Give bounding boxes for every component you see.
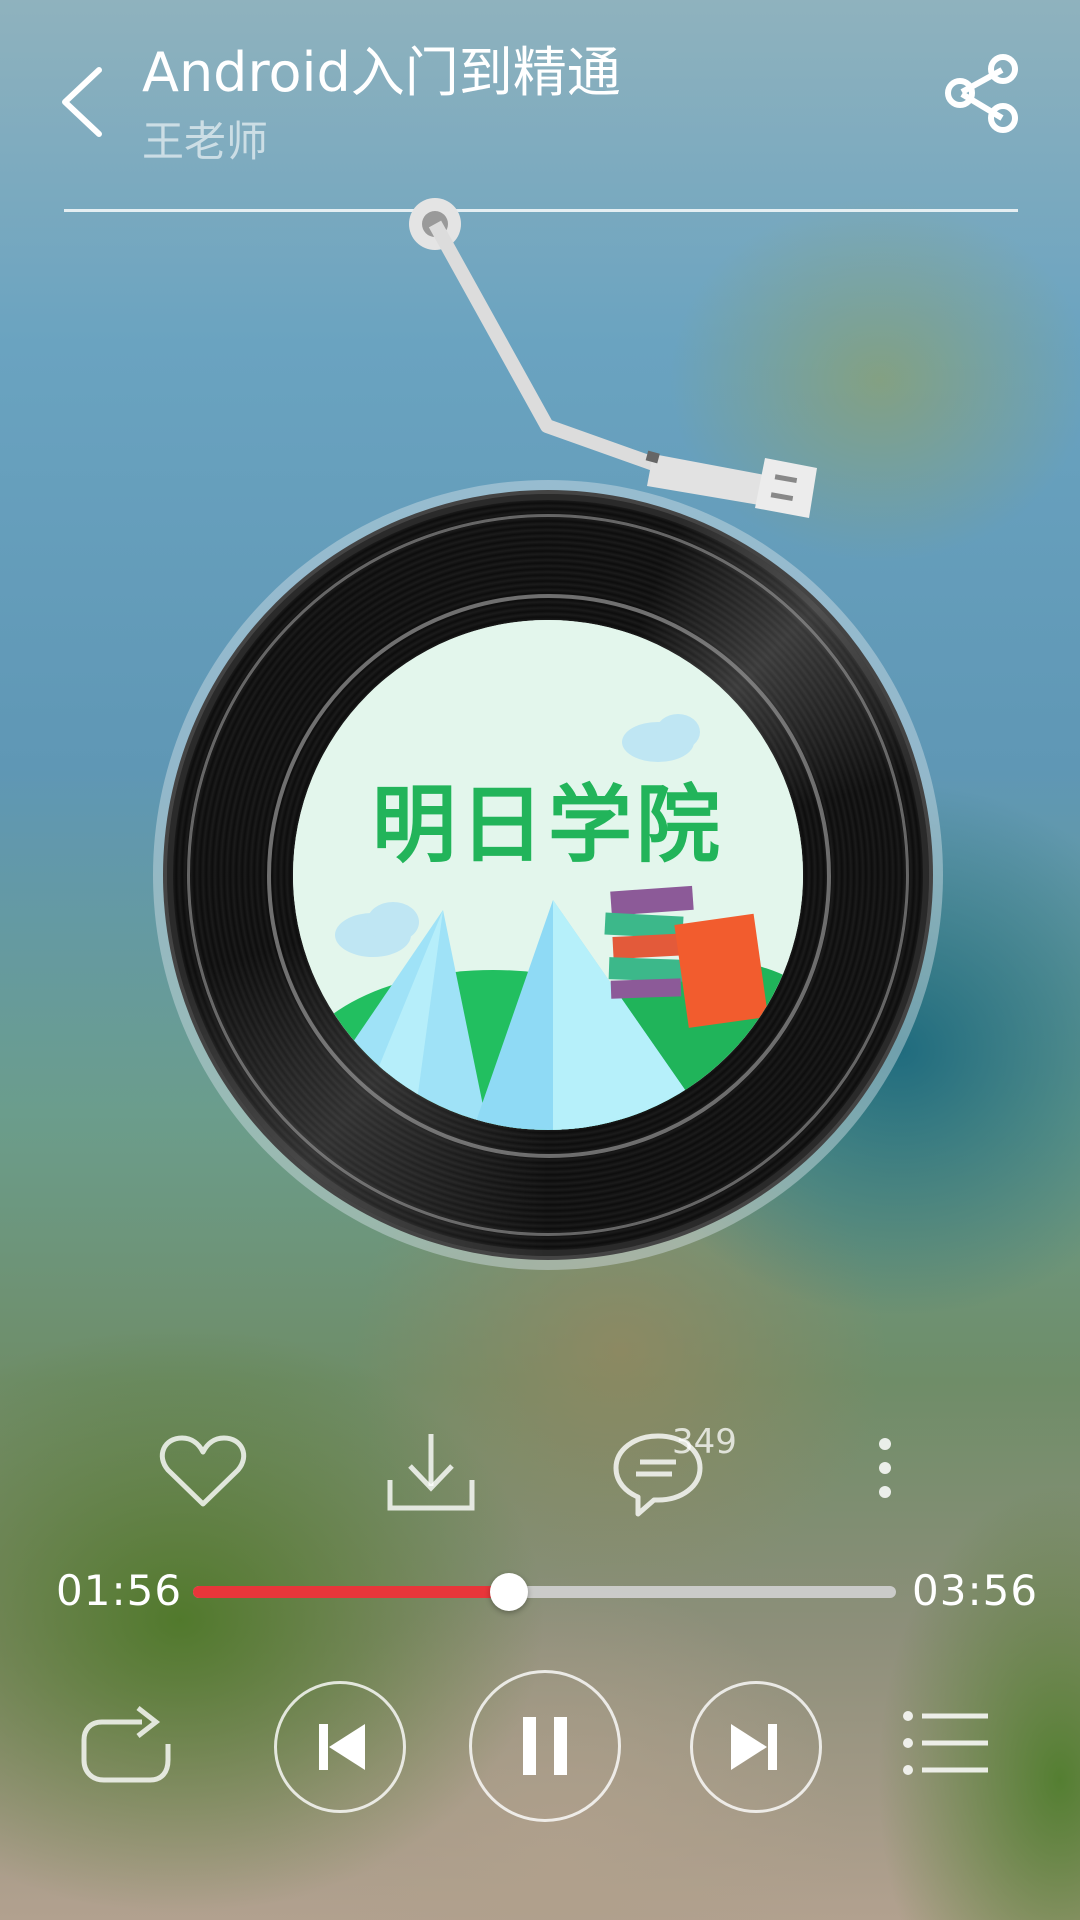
album-label-text: 明日学院	[371, 776, 724, 874]
progress-bar[interactable]	[193, 1573, 896, 1611]
more-vertical-icon	[879, 1438, 891, 1498]
download-icon	[387, 1434, 475, 1511]
download-button[interactable]	[386, 1430, 476, 1516]
repeat-icon	[81, 1706, 171, 1783]
album-disc: 明日学院	[153, 480, 943, 1270]
song-title: Android入门到精通	[142, 41, 621, 104]
current-time: 01:56	[56, 1566, 183, 1615]
skip-next-icon	[731, 1724, 777, 1770]
previous-button[interactable]	[274, 1681, 406, 1813]
playlist-icon	[903, 1711, 988, 1775]
more-button[interactable]	[870, 1434, 900, 1506]
share-icon	[945, 54, 1018, 133]
comment-count: 349	[672, 1422, 737, 1462]
album-cover: 明日学院	[293, 620, 803, 1130]
share-button[interactable]	[940, 52, 1022, 134]
artist-name: 王老师	[142, 117, 269, 166]
next-button[interactable]	[690, 1681, 822, 1813]
progress-fill	[193, 1586, 510, 1598]
repeat-button[interactable]	[80, 1704, 174, 1788]
tonearm	[409, 198, 817, 518]
pause-button[interactable]	[469, 1670, 621, 1822]
heart-icon	[159, 1435, 247, 1507]
total-time: 03:56	[912, 1566, 1039, 1615]
playlist-button[interactable]	[902, 1708, 990, 1778]
back-button[interactable]	[55, 62, 115, 142]
pause-icon	[523, 1717, 567, 1775]
skip-previous-icon	[319, 1724, 365, 1770]
back-icon	[62, 67, 102, 137]
favorite-button[interactable]	[158, 1432, 248, 1512]
